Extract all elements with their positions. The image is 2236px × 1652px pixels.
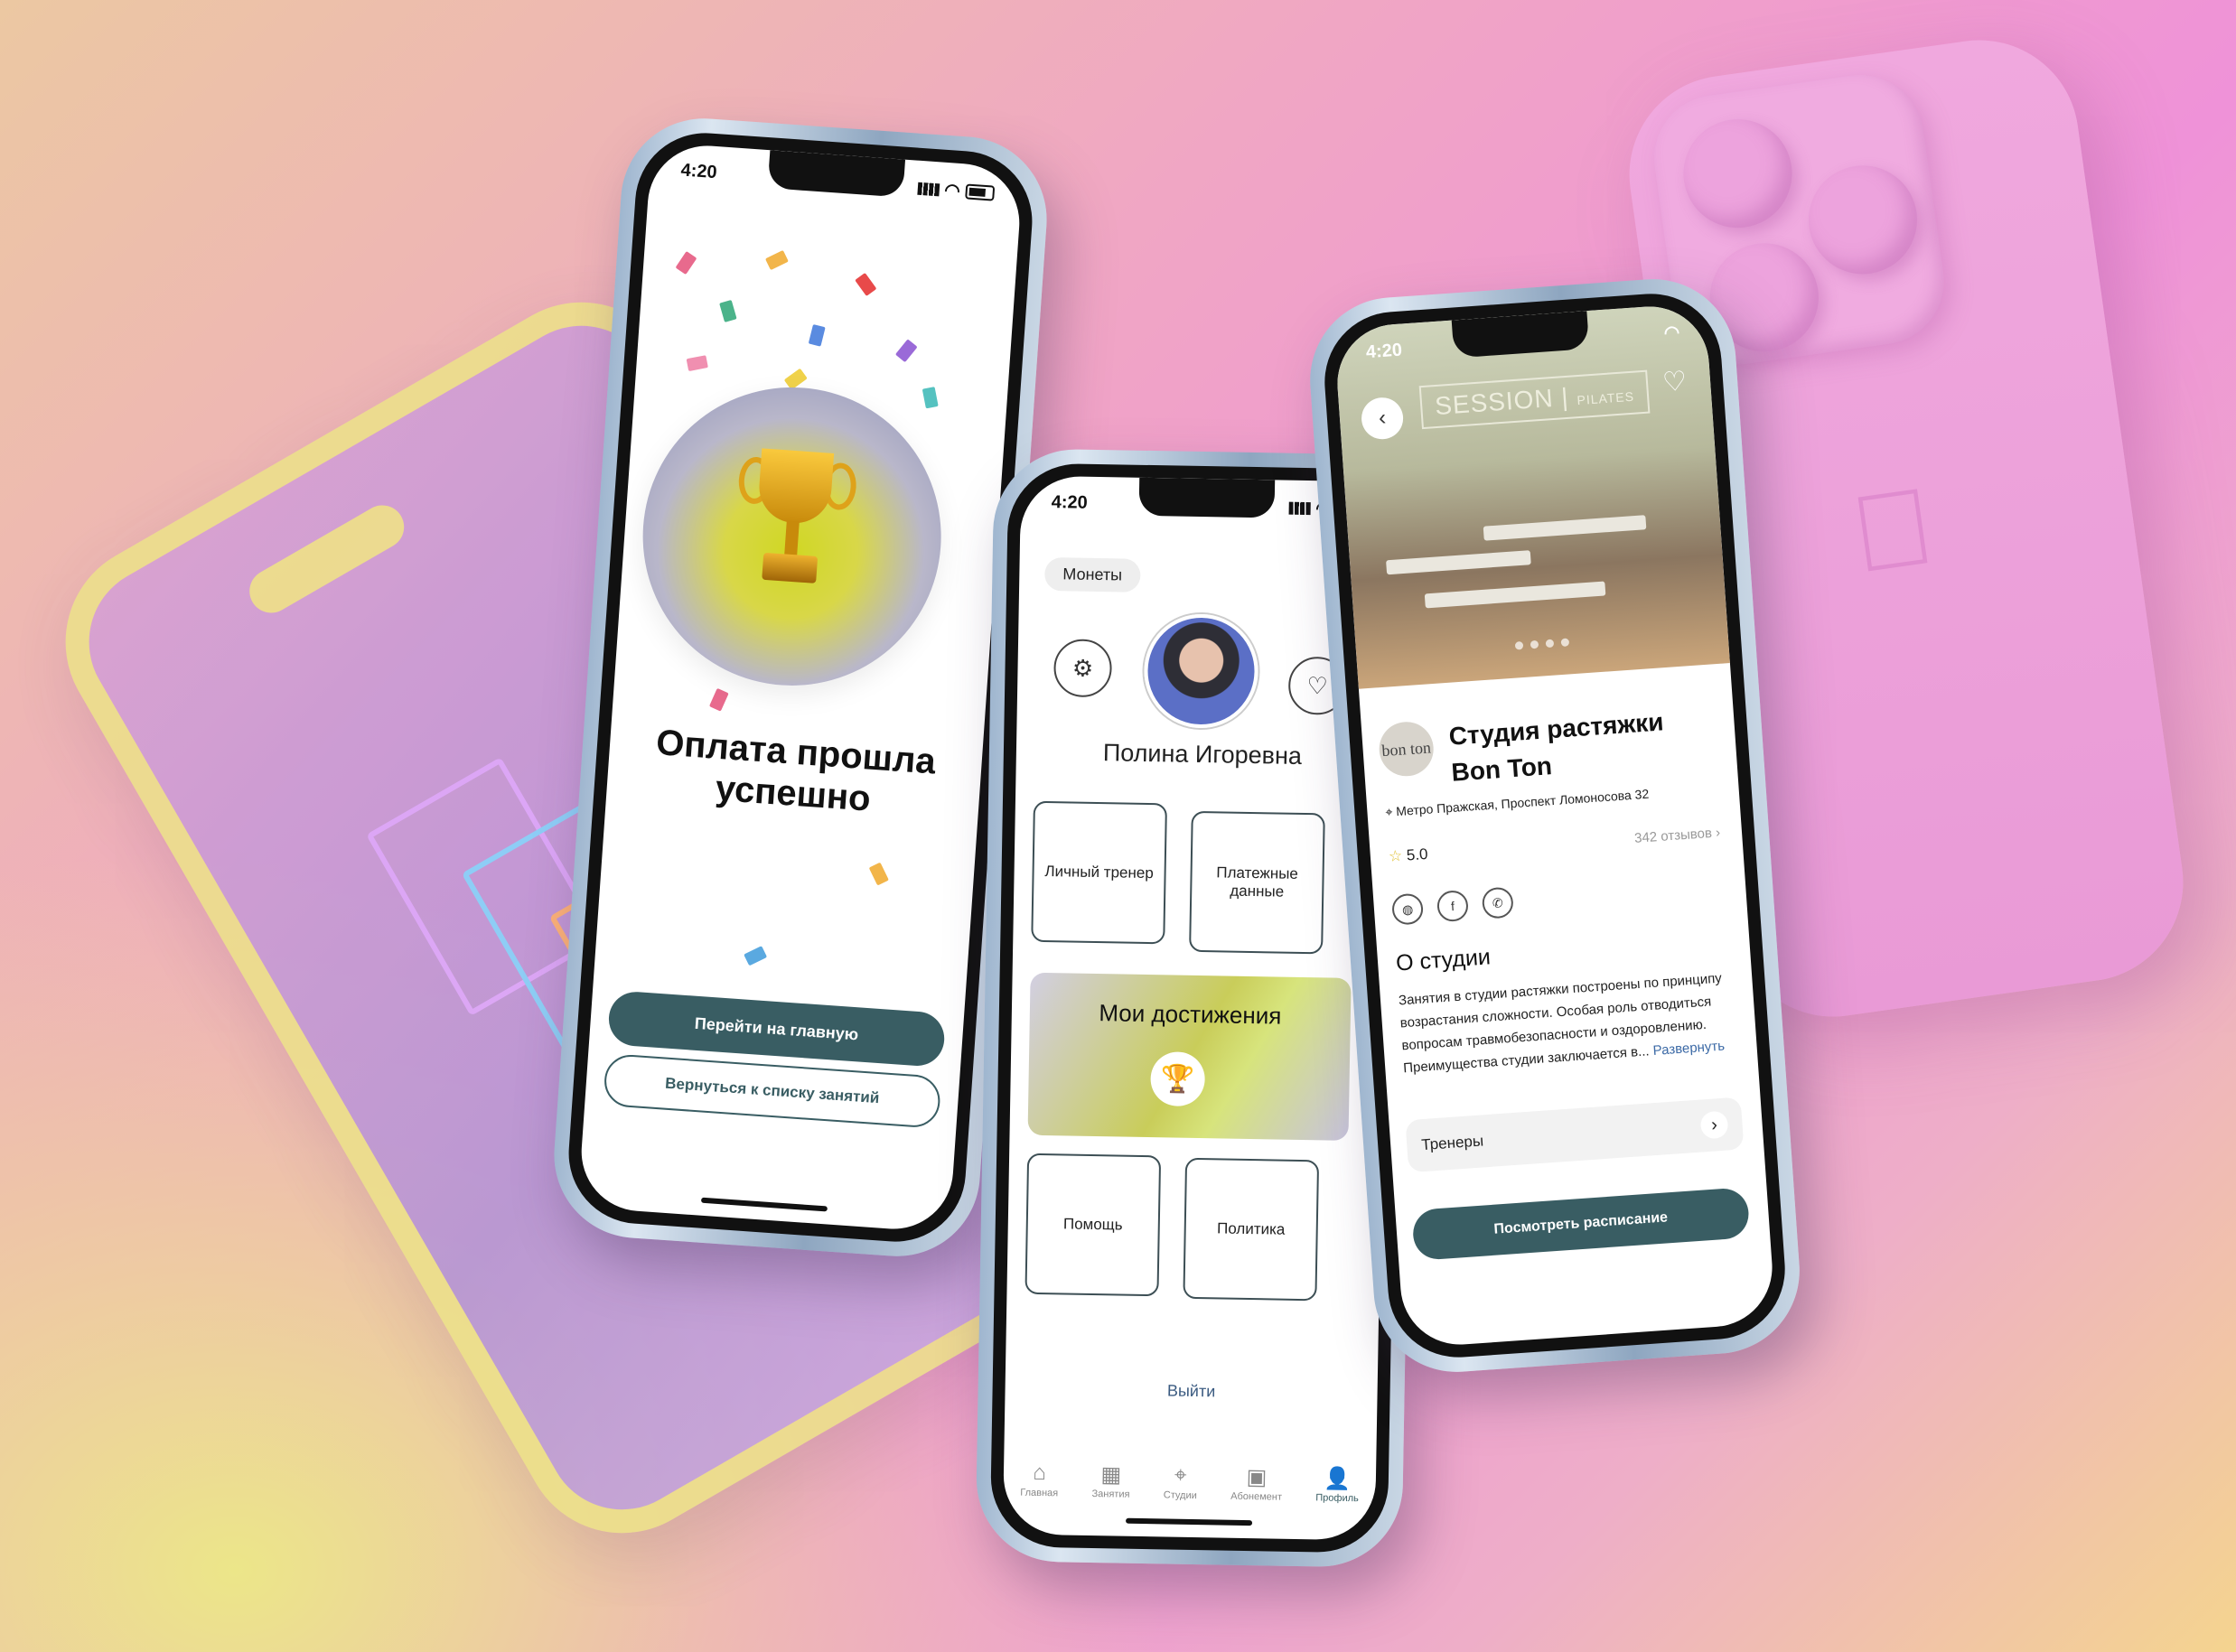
confetti [855,272,877,296]
favorite-heart-icon[interactable]: ♡ [1661,366,1688,399]
coins-chip[interactable]: Монеты [1044,556,1141,593]
expand-link[interactable]: Развернуть [1652,1039,1726,1059]
back-chevron-icon[interactable]: ‹ [1360,396,1405,441]
facebook-icon[interactable]: f [1436,889,1470,923]
location-pin-icon: ⌖ [1174,1462,1187,1488]
confetti [744,946,768,966]
about-text: Занятия в студии растяжки построены по п… [1398,970,1726,1077]
confetti [868,862,889,886]
signal-icon [916,182,940,196]
phone-payment-success: 4:20 ◠ Оплата прошла успешно Перейти на … [548,113,1053,1262]
studio-sign: SESSION | PILATES [1418,369,1651,430]
tab-bar: ⌂ Главная ▦ Занятия ⌖ Студии ▣ Абонемент 👤 Пр… [1004,1460,1377,1504]
tab-home[interactable]: ⌂ Главная [1020,1460,1059,1498]
trainers-row[interactable]: Тренеры › [1405,1097,1745,1173]
home-indicator [1126,1517,1253,1526]
achievements-card[interactable]: Мои достижения 🏆 [1027,972,1352,1141]
social-links: ◍ f ✆ [1390,886,1514,926]
reformer [1386,550,1531,575]
status-time: 4:20 [1051,492,1088,513]
whatsapp-icon[interactable]: ✆ [1481,886,1514,919]
back-to-classes-button[interactable]: Вернуться к списку занятий [603,1053,942,1129]
confetti [686,355,708,372]
studio-logo: bon ton [1377,720,1436,779]
tile-personal-trainer[interactable]: Личный тренер [1031,800,1167,945]
calendar-icon: ▦ [1100,1462,1122,1488]
studio-screen: SESSION | PILATES ‹ ♡ 4:20 ◠ bon ton Сту… [1333,303,1776,1349]
confetti [719,299,737,322]
star-icon: ☆ [1388,846,1408,865]
battery-icon [965,183,996,201]
wifi-icon: ◠ [943,180,961,201]
tab-studios[interactable]: ⌖ Студии [1164,1462,1198,1501]
globe-icon[interactable]: ◍ [1390,892,1425,926]
trophy-outline-icon: 🏆 [1150,1051,1206,1107]
tile-help[interactable]: Помощь [1024,1153,1162,1297]
chevron-right-icon: › [1699,1110,1729,1140]
camera-lens-icon [1676,112,1800,235]
tab-profile[interactable]: 👤 Профиль [1315,1465,1359,1505]
view-schedule-button[interactable]: Посмотреть расписание [1411,1187,1751,1261]
tile-policy[interactable]: Политика [1183,1157,1320,1302]
user-name: Полина Игоревна [1102,739,1303,770]
payment-screen: 4:20 ◠ Оплата прошла успешно Перейти на … [577,142,1024,1233]
wifi-icon: ◠ [1663,322,1681,344]
phone-studio: SESSION | PILATES ‹ ♡ 4:20 ◠ bon ton Сту… [1305,273,1805,1378]
tile-payment-data[interactable]: Платежные данные [1189,810,1325,955]
about-heading: О студии [1395,944,1492,976]
user-icon: 👤 [1324,1466,1352,1492]
home-indicator [700,1197,828,1212]
tab-classes[interactable]: ▦ Занятия [1091,1461,1130,1500]
decorative-dynamic-island [241,497,412,621]
confetti [708,687,729,712]
trophy-icon [737,447,858,598]
status-time: 4:20 [1365,340,1403,363]
reviews-link[interactable]: 342 отзывов › [1634,825,1721,846]
confetti [922,387,939,409]
achievements-title: Мои достижения [1099,999,1282,1030]
apple-logo-icon:  [1836,464,1951,595]
camera-lens-icon [1801,158,1924,282]
studio-rating: ☆ 5.0 [1388,845,1429,865]
settings-gear-icon[interactable]: ⚙ [1053,639,1113,698]
confetti [808,323,826,347]
reformer [1424,581,1606,609]
success-orb [632,377,951,696]
wallet-icon: ▣ [1246,1465,1268,1490]
tab-subscription[interactable]: ▣ Абонемент [1230,1464,1282,1503]
confetti [894,339,918,363]
studio-name: Студия растяжки Bon Ton [1447,707,1665,787]
confetti [764,249,789,271]
carousel-dots [1514,638,1570,650]
logout-link[interactable]: Выйти [1005,1378,1377,1404]
avatar [1143,612,1259,730]
signal-icon [1288,501,1311,515]
home-icon: ⌂ [1033,1460,1047,1486]
chevron-right-icon: › [1715,825,1721,841]
studio-address: ⌖ Метро Пражская, Проспект Ломоносова 32 [1384,786,1650,820]
confetti [675,250,697,275]
payment-success-title: Оплата прошла успешно [654,723,938,819]
reformer [1483,515,1647,541]
status-time: 4:20 [679,160,718,183]
